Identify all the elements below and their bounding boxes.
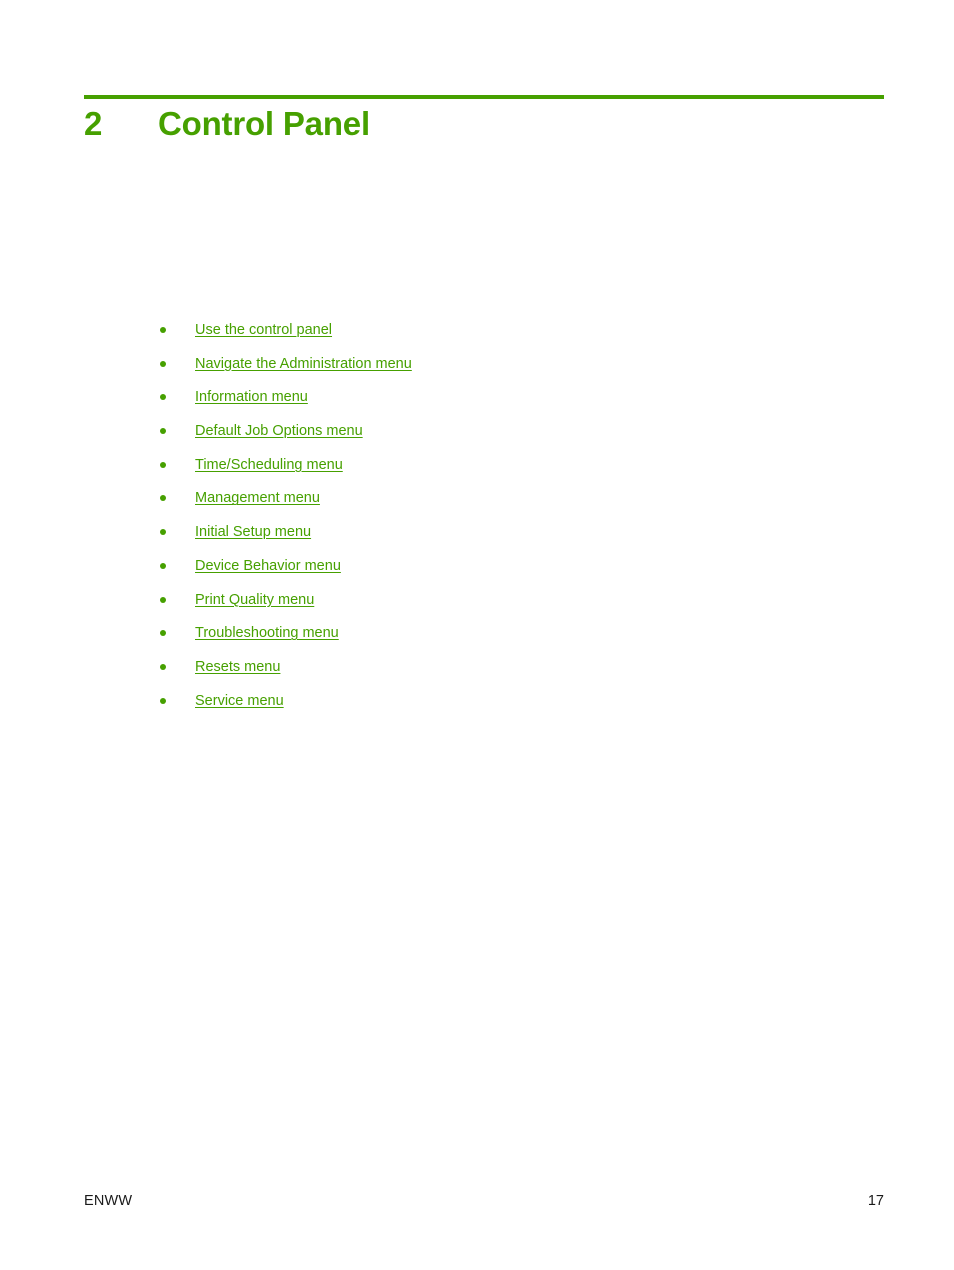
bullet-icon (160, 630, 166, 637)
list-item[interactable]: Management menu (160, 490, 860, 524)
toc-link[interactable]: Navigate the Administration menu (195, 356, 412, 373)
bullet-icon (160, 596, 166, 603)
page-title: Control Panel (158, 105, 370, 142)
document-page: 2 Control Panel Use the control panel Na… (0, 0, 954, 1270)
toc-link[interactable]: Time/Scheduling menu (195, 457, 343, 474)
list-item[interactable]: Navigate the Administration menu (160, 356, 860, 390)
list-item[interactable]: Initial Setup menu (160, 524, 860, 558)
list-item[interactable]: Information menu (160, 389, 860, 423)
bullet-icon (160, 461, 166, 468)
bullet-icon (160, 360, 166, 367)
footer-locale-label: ENWW (84, 1193, 133, 1209)
toc-link[interactable]: Initial Setup menu (195, 524, 311, 541)
chapter-heading-rule (84, 95, 884, 99)
page-footer: ENWW 17 (84, 1192, 884, 1210)
bullet-icon (160, 529, 166, 536)
toc-link[interactable]: Device Behavior menu (195, 558, 341, 575)
bullet-icon (160, 495, 166, 502)
list-item[interactable]: Print Quality menu (160, 592, 860, 626)
bullet-icon (160, 428, 166, 435)
chapter-number: 2 (84, 105, 103, 142)
list-item[interactable]: Service menu (160, 693, 860, 727)
toc-link[interactable]: Print Quality menu (195, 592, 314, 609)
list-item[interactable]: Time/Scheduling menu (160, 457, 860, 491)
toc-link[interactable]: Service menu (195, 693, 284, 710)
chapter-heading: 2 Control Panel (84, 103, 884, 145)
list-item[interactable]: Default Job Options menu (160, 423, 860, 457)
bullet-icon (160, 562, 166, 569)
page-number: 17 (867, 1193, 884, 1209)
toc-link[interactable]: Information menu (195, 389, 308, 406)
list-item[interactable]: Device Behavior menu (160, 558, 860, 592)
toc-link[interactable]: Default Job Options menu (195, 423, 363, 440)
chapter-contents-list: Use the control panel Navigate the Admin… (160, 322, 860, 726)
toc-link[interactable]: Troubleshooting menu (195, 625, 339, 642)
bullet-icon (160, 663, 166, 670)
list-item[interactable]: Resets menu (160, 659, 860, 693)
bullet-icon (160, 394, 166, 401)
bullet-icon (160, 697, 166, 704)
toc-link[interactable]: Management menu (195, 490, 320, 507)
toc-link[interactable]: Use the control panel (195, 322, 332, 339)
toc-link[interactable]: Resets menu (195, 659, 280, 676)
list-item[interactable]: Troubleshooting menu (160, 625, 860, 659)
bullet-icon (160, 327, 166, 333)
list-item[interactable]: Use the control panel (160, 322, 860, 356)
